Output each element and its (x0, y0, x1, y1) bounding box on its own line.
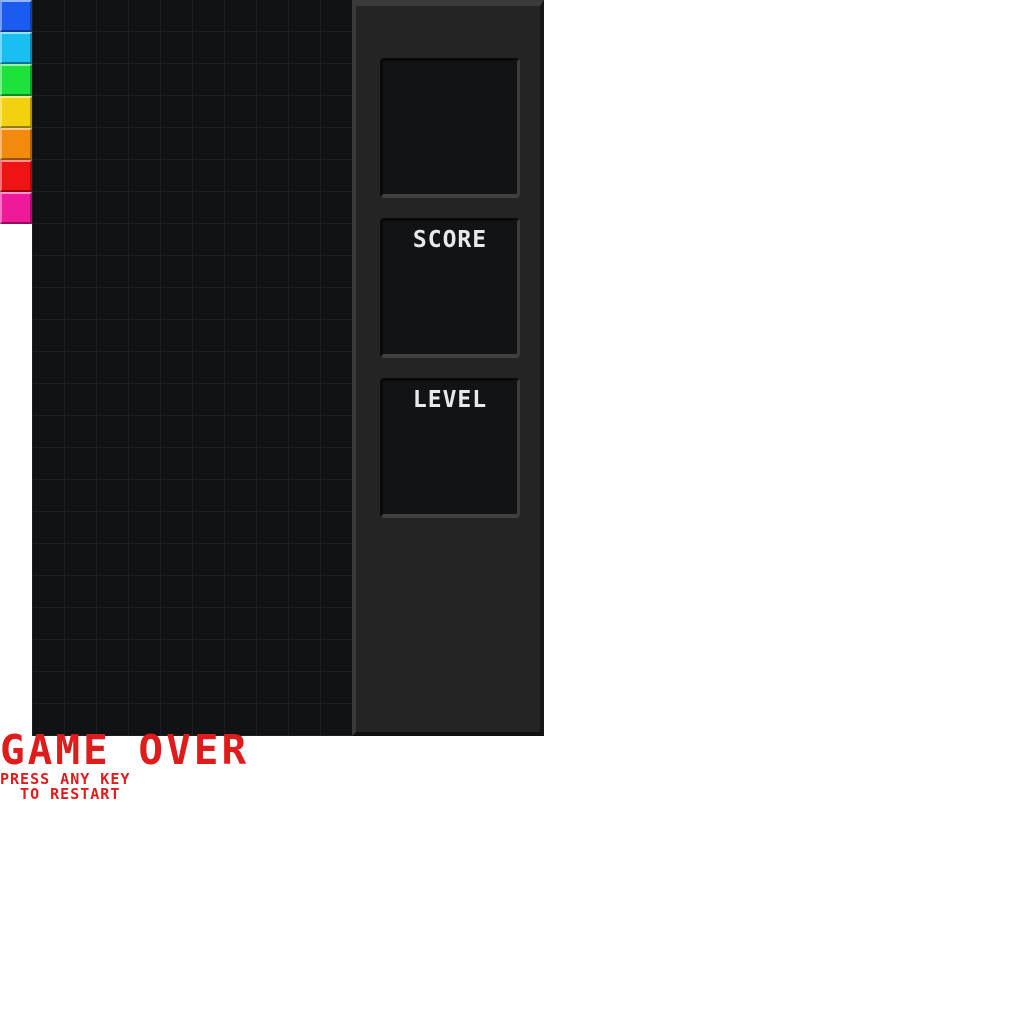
color-swatch-red (0, 160, 32, 192)
score-box: SCORE (380, 218, 520, 358)
color-swatch-green (0, 64, 32, 96)
score-label: SCORE (412, 227, 488, 253)
color-swatch-blue (0, 0, 32, 32)
level-label: LEVEL (412, 387, 488, 413)
side-panel: SCORE LEVEL (352, 0, 544, 736)
color-swatch-orange (0, 128, 32, 160)
game-screen[interactable]: SCORE LEVEL GAME OVER PRESS ANY KEY TO R… (0, 0, 1024, 1024)
next-piece-box (380, 58, 520, 198)
color-swatch-cyan (0, 32, 32, 64)
play-field-grid (32, 0, 352, 736)
game-over-title: GAME OVER (0, 726, 250, 774)
color-swatch-magenta (0, 192, 32, 224)
piece-color-palette (0, 0, 32, 224)
level-box: LEVEL (380, 378, 520, 518)
restart-hint-line-2: TO RESTART (0, 785, 121, 803)
color-swatch-yellow (0, 96, 32, 128)
restart-hint: PRESS ANY KEY TO RESTART (0, 772, 130, 802)
